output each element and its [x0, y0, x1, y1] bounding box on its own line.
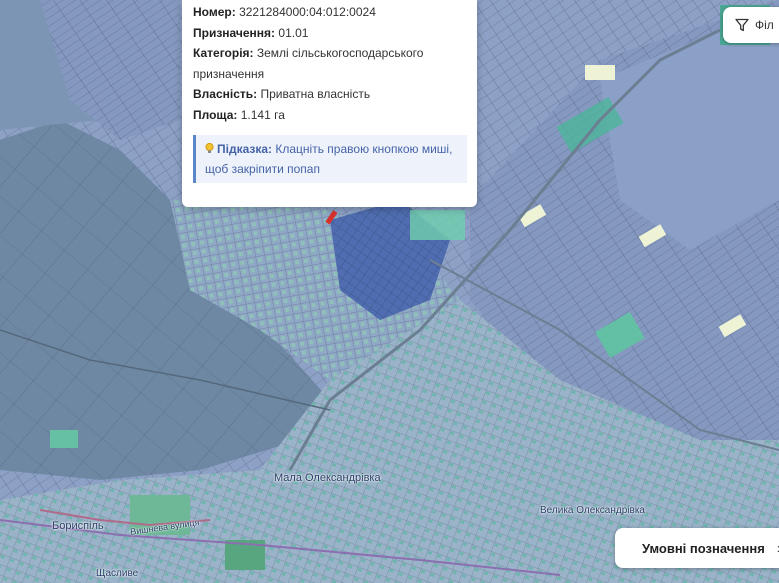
lightbulb-icon — [205, 143, 214, 153]
row-number: Номер: 3221284000:04:012:0024 — [193, 5, 376, 19]
legend-button-label: Умовні позначення — [642, 540, 765, 556]
parcel-category-cont: призначення — [193, 66, 265, 81]
filter-icon — [735, 18, 749, 32]
label-boryspil: Бориспіль — [52, 520, 104, 532]
parcel-number: 3221284000:04:012:0024 — [239, 5, 376, 19]
filter-button[interactable]: Філ — [723, 7, 779, 43]
label-shchaslyve: Щасливе — [96, 568, 139, 579]
parcel-area: 1.141 га — [240, 107, 285, 122]
label-mala-oleksandrivka: Мала Олександрівка — [274, 472, 381, 484]
hint-box: Підказка: Клацніть правою кнопкою миші, щ… — [193, 135, 467, 183]
parcel-popup: Номер: 3221284000:04:012:0024 Призначенн… — [182, 0, 477, 207]
parcel-category: Землі сільськогосподарського — [256, 46, 424, 60]
row-purpose: Призначення: 01.01 — [193, 25, 309, 40]
label-velyka-oleksandrivka: Велика Олександрівка — [540, 505, 645, 516]
filter-button-label: Філ — [755, 18, 774, 32]
row-category: Категорія: Землі сільськогосподарського п… — [193, 46, 424, 81]
parcel-ownership: Приватна власність — [260, 87, 371, 101]
row-area: Площа: 1.141 га — [193, 107, 285, 122]
parcel-purpose: 01.01 — [278, 25, 309, 40]
row-ownership: Власність: Приватна власність — [193, 87, 371, 101]
legend-button[interactable]: Умовні позначення › — [615, 528, 779, 568]
